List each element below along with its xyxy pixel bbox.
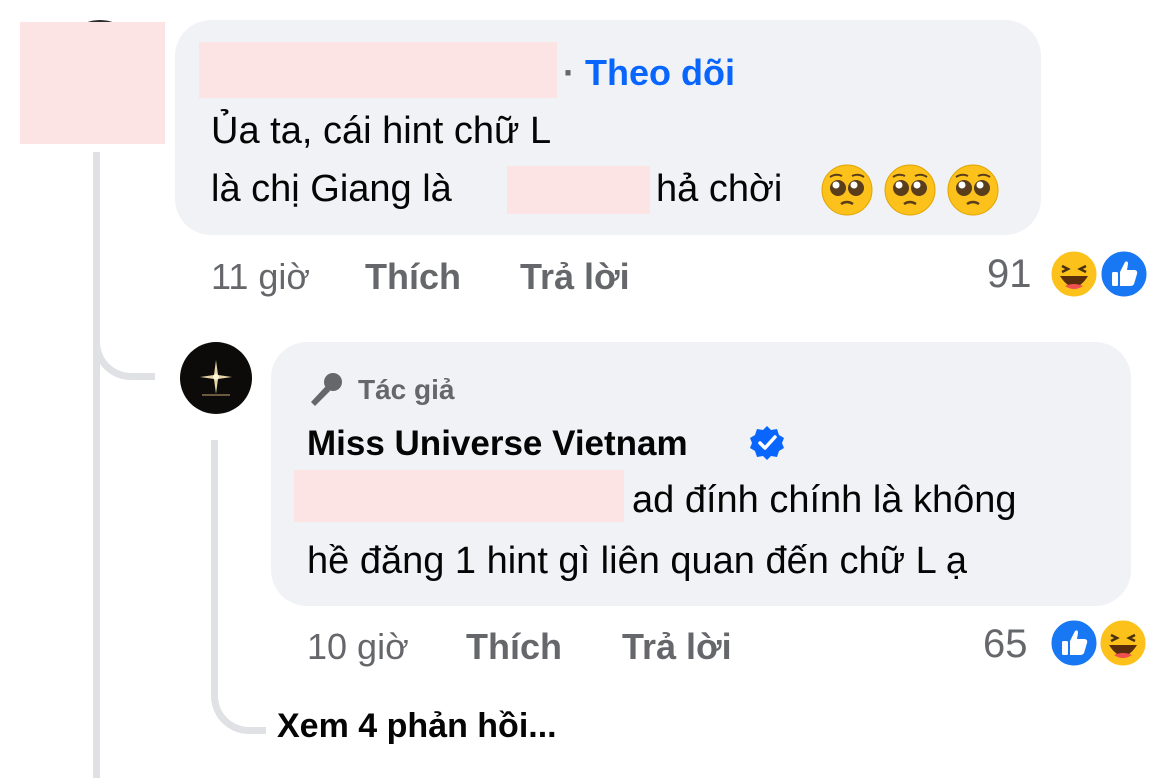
thread-connector-more	[211, 670, 266, 734]
follow-link[interactable]: · Theo dõi	[563, 52, 735, 94]
pleading-face-icon	[821, 164, 873, 216]
thread-connector-reply	[93, 300, 155, 380]
comment-text-tail: hả chời	[656, 168, 783, 210]
like-reaction-icon[interactable]	[1048, 617, 1100, 669]
pleading-face-icon	[947, 164, 999, 216]
pleading-face-icon	[884, 164, 936, 216]
thread-line-main	[93, 152, 100, 778]
thread-line-reply	[211, 440, 218, 700]
reply-author-name[interactable]: Miss Universe Vietnam	[307, 424, 688, 464]
avatar-redaction	[20, 22, 165, 144]
reply-text-line-2: hề đăng 1 hint gì liên quan đến chữ L ạ	[307, 540, 967, 582]
verified-badge-icon	[750, 426, 784, 460]
microphone-icon	[311, 373, 342, 406]
follow-label: Theo dõi	[585, 52, 735, 93]
haha-reaction-icon[interactable]	[1097, 617, 1149, 669]
comment-like-button[interactable]: Thích	[365, 256, 461, 298]
comment-text-redaction	[507, 166, 650, 214]
mention-redaction	[294, 470, 624, 522]
reply-reply-button[interactable]: Trả lời	[622, 626, 732, 668]
comment-timestamp[interactable]: 11 giờ	[211, 256, 310, 298]
author-tag: Tác giả	[358, 374, 455, 405]
comment-reaction-count[interactable]: 91	[987, 252, 1032, 297]
commenter-name-redaction	[199, 42, 557, 98]
separator-dot: ·	[563, 52, 585, 93]
reply-reaction-count[interactable]: 65	[983, 622, 1028, 667]
comment-text-line-1: Ủa ta, cái hint chữ L	[211, 110, 552, 152]
comment-text-line-2-start: là chị Giang là	[211, 168, 452, 210]
comment-text-line-2-end: hả chời	[656, 160, 782, 218]
avatar[interactable]	[180, 342, 252, 414]
view-more-replies-link[interactable]: Xem 4 phản hồi...	[277, 707, 557, 746]
reply-like-button[interactable]: Thích	[466, 626, 562, 668]
haha-reaction-icon[interactable]	[1048, 248, 1100, 300]
comment-reply-button[interactable]: Trả lời	[520, 256, 630, 298]
reply-text-line-1: ad đính chính là không	[632, 479, 1017, 521]
reply-timestamp[interactable]: 10 giờ	[307, 626, 409, 668]
like-reaction-icon[interactable]	[1098, 248, 1150, 300]
